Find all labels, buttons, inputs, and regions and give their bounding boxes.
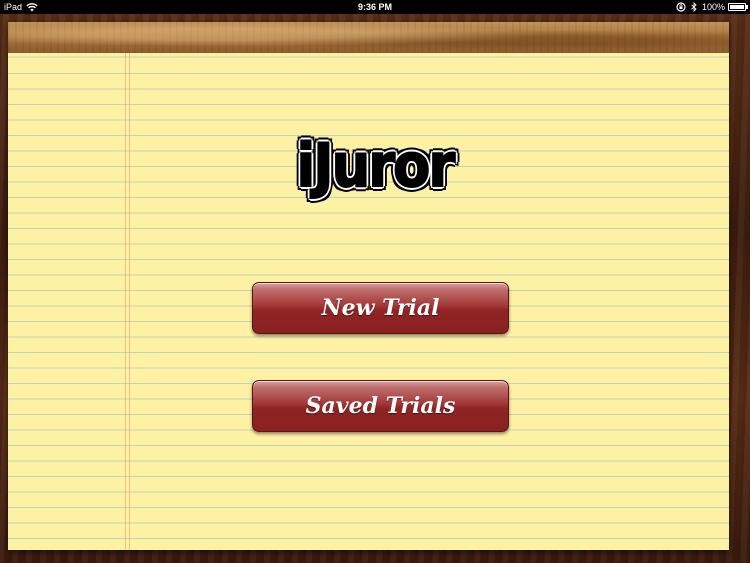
- saved-trials-button[interactable]: Saved Trials: [252, 380, 509, 432]
- rotation-lock-icon: [676, 2, 686, 12]
- battery-percent: 100%: [701, 2, 725, 12]
- new-trial-button[interactable]: New Trial: [252, 282, 509, 334]
- app-logo: iJuror: [296, 130, 456, 202]
- battery-icon: [728, 3, 748, 11]
- status-bar-right: 100%: [676, 0, 748, 14]
- bluetooth-icon: [691, 2, 697, 12]
- battery-fill: [730, 5, 744, 9]
- status-time: 9:36 PM: [357, 2, 392, 12]
- notepad-binding: [8, 22, 729, 54]
- status-bar: iPad 9:36 PM 100%: [0, 0, 750, 14]
